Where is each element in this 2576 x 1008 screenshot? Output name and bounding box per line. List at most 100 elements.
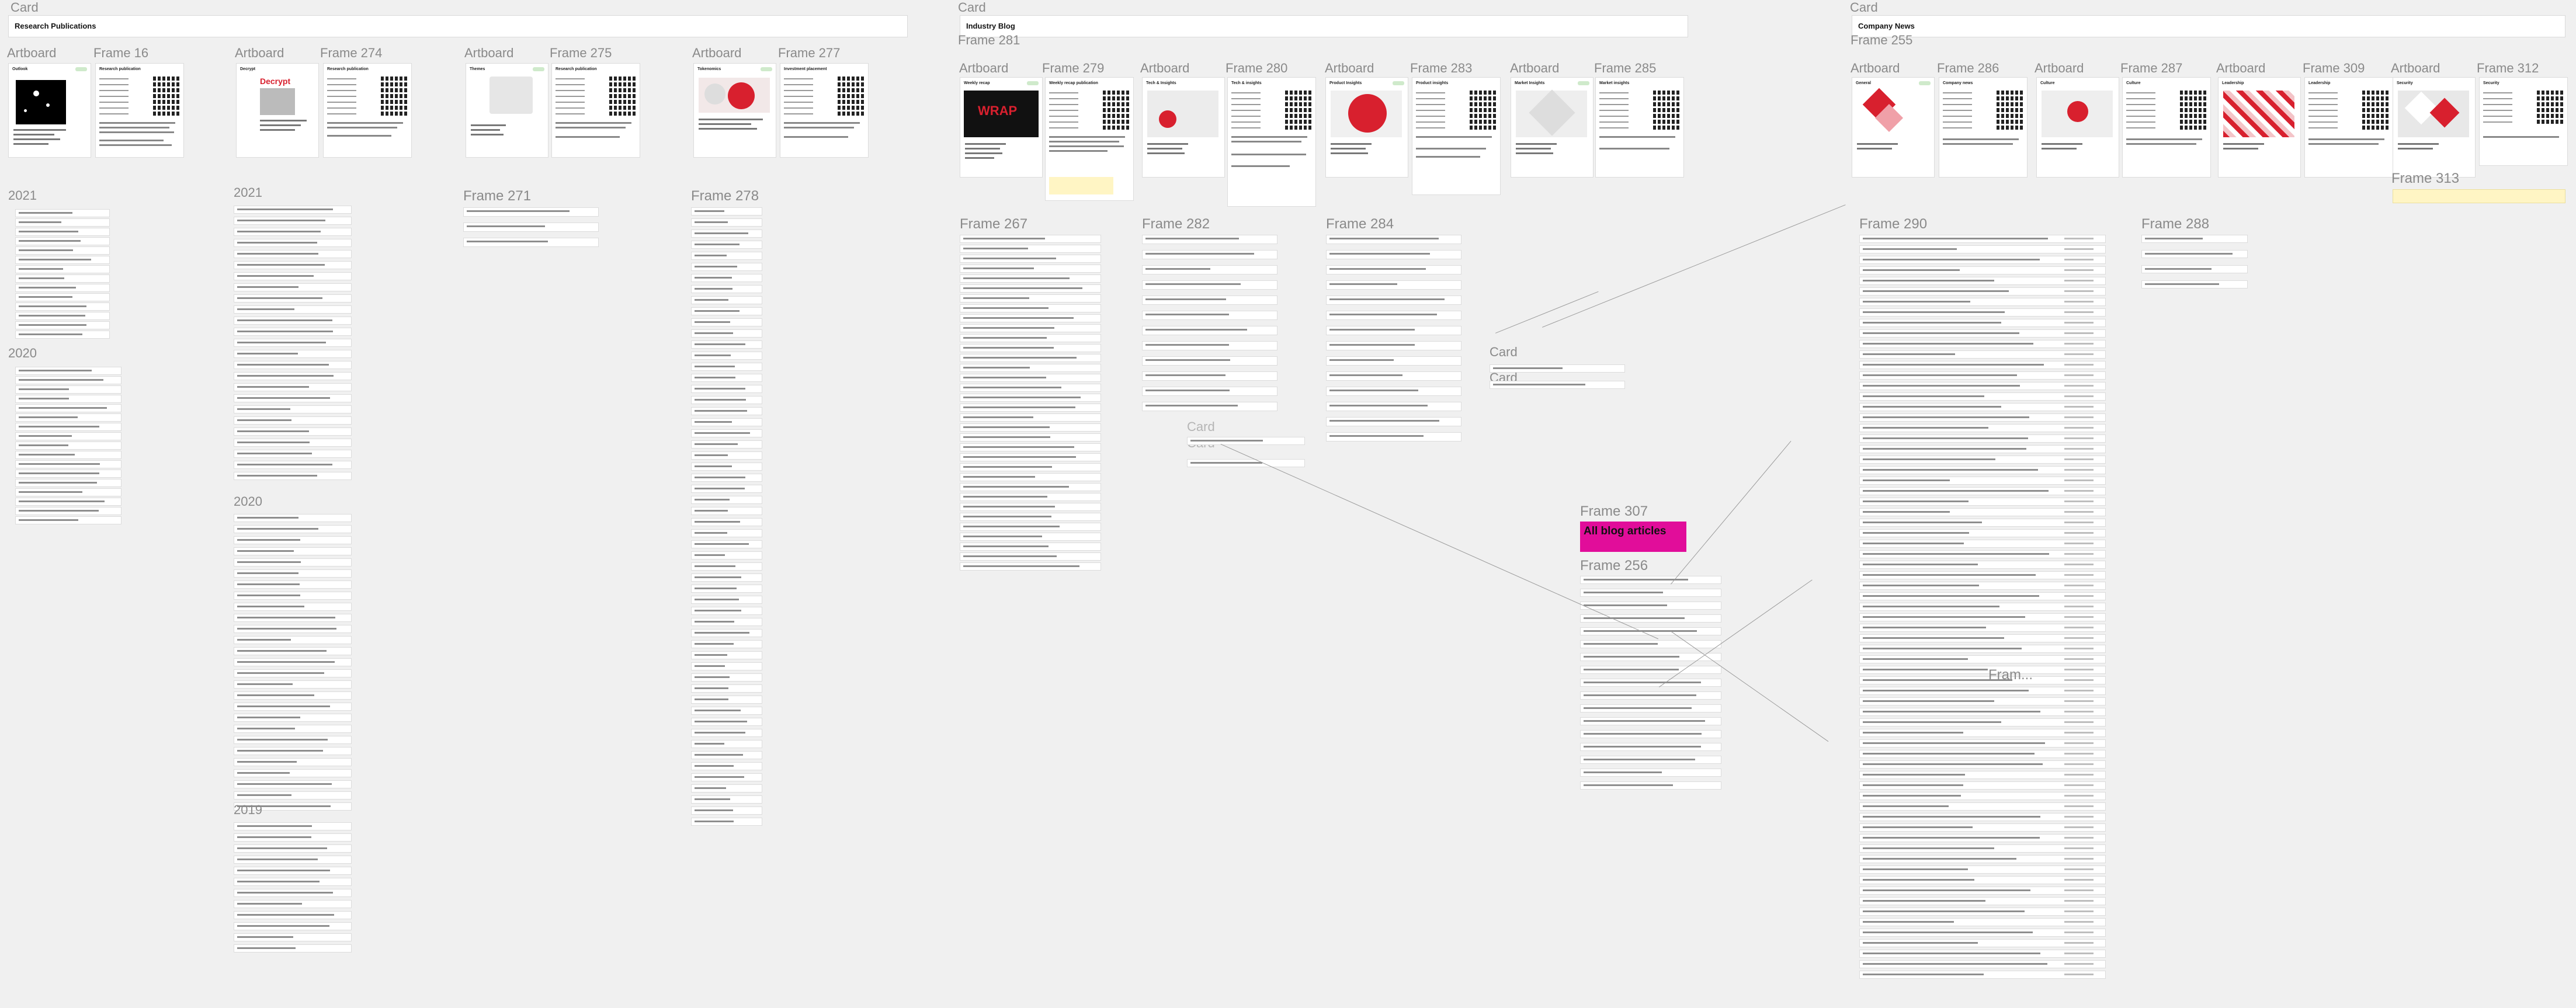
list-item[interactable] <box>691 451 762 460</box>
list-item[interactable] <box>960 245 1101 253</box>
list-item[interactable] <box>15 246 110 255</box>
list-item[interactable] <box>691 729 762 737</box>
list-item[interactable] <box>15 498 121 506</box>
list-item[interactable] <box>1142 311 1277 320</box>
list-item[interactable] <box>1859 729 2106 737</box>
list-item[interactable] <box>1859 287 2106 296</box>
list-item[interactable] <box>691 474 762 482</box>
list-item[interactable] <box>234 206 352 214</box>
list-item[interactable] <box>691 363 762 371</box>
list-item[interactable] <box>234 603 352 611</box>
list-item[interactable] <box>691 807 762 815</box>
list-item[interactable] <box>691 218 762 227</box>
list-item[interactable] <box>15 209 110 217</box>
list-item[interactable] <box>691 407 762 415</box>
list-item[interactable] <box>691 385 762 393</box>
list-item[interactable] <box>1859 435 2106 443</box>
list-item[interactable] <box>691 374 762 382</box>
list-item[interactable] <box>691 718 762 726</box>
list-item[interactable] <box>1859 781 2106 790</box>
list-item[interactable] <box>234 525 352 533</box>
list-item[interactable] <box>234 239 352 247</box>
list-item[interactable] <box>960 364 1101 372</box>
list-item[interactable] <box>234 405 352 413</box>
list-item[interactable] <box>1859 361 2106 369</box>
list-item[interactable] <box>234 758 352 766</box>
list-item[interactable] <box>1580 627 1721 635</box>
list-item[interactable] <box>691 296 762 304</box>
list-item[interactable] <box>1859 802 2106 811</box>
list-item[interactable] <box>1859 456 2106 464</box>
list-item[interactable] <box>234 780 352 788</box>
list-item[interactable] <box>691 485 762 493</box>
list-item[interactable] <box>234 372 352 380</box>
artboard-product-insights[interactable]: Product Insights <box>1325 77 1408 178</box>
list-item[interactable] <box>1326 371 1461 381</box>
list-item[interactable] <box>15 331 110 339</box>
list-item[interactable] <box>1859 561 2106 569</box>
list-item[interactable] <box>960 235 1101 243</box>
list-item[interactable] <box>234 305 352 314</box>
list-item[interactable] <box>691 340 762 349</box>
list-item[interactable] <box>15 432 121 440</box>
list-item[interactable] <box>691 684 762 693</box>
list-item[interactable] <box>691 696 762 704</box>
list-item[interactable] <box>1580 602 1721 610</box>
list-item[interactable] <box>691 396 762 404</box>
list-item[interactable] <box>691 540 762 548</box>
list-item[interactable] <box>691 607 762 615</box>
list-item[interactable] <box>1326 326 1461 335</box>
list-item[interactable] <box>960 513 1101 521</box>
list-item[interactable] <box>1859 413 2106 422</box>
list-item[interactable] <box>960 423 1101 432</box>
list-item[interactable] <box>691 751 762 759</box>
list-item[interactable] <box>1142 250 1277 259</box>
list-item[interactable] <box>1859 634 2106 642</box>
list-item[interactable] <box>234 547 352 555</box>
list-item[interactable] <box>15 228 110 236</box>
list-item[interactable] <box>960 384 1101 392</box>
list-item[interactable] <box>15 442 121 450</box>
frame-16[interactable]: Research publication <box>95 63 184 158</box>
list-item[interactable] <box>1859 739 2106 748</box>
list-item[interactable] <box>234 439 352 447</box>
artboard-leadership[interactable]: Leadership <box>2218 77 2301 178</box>
list-item[interactable] <box>1859 571 2106 579</box>
list-item[interactable] <box>1859 866 2106 874</box>
list-item[interactable] <box>960 304 1101 312</box>
list-item[interactable] <box>234 833 352 842</box>
list-item[interactable] <box>234 461 352 469</box>
list-item[interactable] <box>463 238 599 247</box>
list-item[interactable] <box>234 889 352 897</box>
list-item[interactable] <box>1859 350 2106 359</box>
list-item[interactable] <box>234 691 352 700</box>
list-item[interactable] <box>960 324 1101 332</box>
list-item[interactable] <box>691 263 762 271</box>
list-item[interactable] <box>1859 750 2106 758</box>
list-item[interactable] <box>691 418 762 426</box>
list-item[interactable] <box>234 714 352 722</box>
list-item[interactable] <box>1859 666 2106 674</box>
list-item[interactable] <box>691 551 762 559</box>
list-item[interactable] <box>15 488 121 496</box>
list-item[interactable] <box>1580 589 1721 597</box>
list-item[interactable] <box>463 207 599 217</box>
list-item[interactable] <box>234 450 352 458</box>
frame-279[interactable]: Weekly recap publication <box>1045 77 1134 201</box>
list-item[interactable] <box>234 856 352 864</box>
list-item[interactable] <box>960 374 1101 382</box>
list-item[interactable] <box>15 237 110 245</box>
list-item[interactable] <box>234 514 352 522</box>
list-item[interactable] <box>1859 624 2106 632</box>
list-item[interactable] <box>960 294 1101 303</box>
list-item[interactable] <box>1859 950 2106 958</box>
list-item[interactable] <box>234 669 352 677</box>
list-item[interactable] <box>1326 432 1461 442</box>
list-item[interactable] <box>960 354 1101 362</box>
list-item[interactable] <box>1187 437 1305 445</box>
list-item[interactable] <box>691 307 762 315</box>
list-item[interactable] <box>1859 813 2106 821</box>
list-item[interactable] <box>691 440 762 449</box>
list-item[interactable] <box>1580 576 1721 584</box>
list-item[interactable] <box>1859 655 2106 663</box>
